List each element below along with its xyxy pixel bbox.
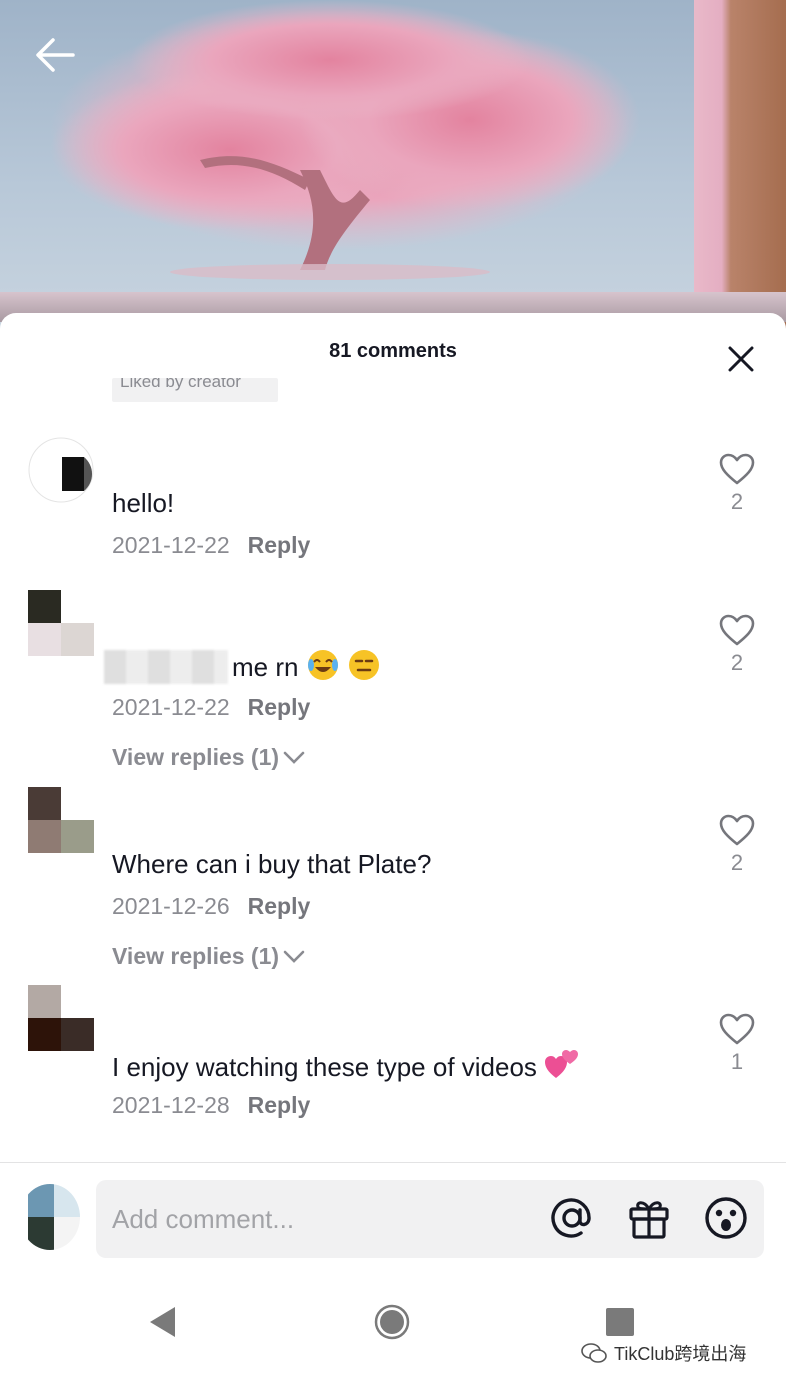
reply-button[interactable]: Reply (248, 1092, 311, 1118)
liked-by-creator-badge: Liked by creator (112, 378, 278, 402)
back-arrow-icon (36, 38, 75, 72)
watermark: TikClub跨境出海 (580, 1340, 746, 1366)
comment-date: 2021-12-28 (112, 1092, 230, 1118)
comment-text: hello! (112, 488, 175, 518)
nav-back-button[interactable] (140, 1300, 184, 1344)
video-background[interactable] (0, 0, 786, 340)
comment-meta: 2021-12-22 Reply (112, 532, 310, 559)
comment-text-value: me rn (232, 652, 299, 682)
comment-text: I enjoy watching these type of videos (112, 1048, 580, 1083)
view-replies-button[interactable]: View replies (1) (112, 744, 305, 771)
gift-icon (629, 1201, 669, 1239)
nav-home-button[interactable] (370, 1300, 414, 1344)
chevron-down-icon (283, 950, 305, 963)
comment-meta: 2021-12-22 Reply (112, 694, 310, 721)
reply-button[interactable]: Reply (248, 893, 311, 919)
comment-meta: 2021-12-28 Reply (112, 1092, 310, 1119)
comment-meta: 2021-12-26 Reply (112, 893, 310, 920)
close-icon (728, 346, 754, 372)
mention-button[interactable] (549, 1195, 595, 1241)
gift-button[interactable] (626, 1195, 672, 1241)
comments-title: 81 comments (329, 340, 457, 362)
like-count: 2 (730, 850, 744, 875)
comment-avatar[interactable] (28, 437, 94, 503)
like-count: 2 (730, 650, 744, 675)
watermark-text: TikClub跨境出海 (614, 1344, 747, 1364)
comment-date: 2021-12-22 (112, 532, 230, 558)
liked-by-creator-label: Liked by creator (120, 378, 241, 391)
expressionless-emoji-icon (348, 650, 379, 680)
tears-of-joy-emoji-icon (307, 650, 338, 680)
square-recents-icon (606, 1308, 634, 1336)
comment-input-placeholder: Add comment... (112, 1204, 295, 1234)
close-button[interactable] (722, 340, 760, 378)
reply-button[interactable]: Reply (248, 694, 311, 720)
like-button[interactable]: 2 (712, 453, 762, 515)
back-button[interactable] (32, 34, 78, 76)
two-hearts-emoji-icon (545, 1050, 579, 1078)
circle-home-icon (374, 1304, 410, 1340)
background-wall (694, 0, 786, 340)
comment-avatar[interactable] (28, 787, 94, 853)
like-button[interactable]: 2 (712, 814, 762, 876)
input-divider (0, 1162, 786, 1163)
like-count: 1 (730, 1049, 744, 1074)
view-replies-label: View replies (1) (112, 744, 280, 770)
heart-icon (719, 814, 755, 846)
wechat-icon (581, 1343, 607, 1363)
reply-button[interactable]: Reply (248, 532, 311, 558)
view-replies-button[interactable]: View replies (1) (112, 943, 305, 970)
user-avatar[interactable] (20, 1184, 80, 1250)
blurred-mention (104, 650, 228, 684)
at-sign-icon (551, 1198, 591, 1238)
chevron-down-icon (283, 751, 305, 764)
like-count: 2 (730, 489, 744, 514)
nav-recents-button[interactable] (598, 1300, 642, 1344)
cherry-tree-image (50, 0, 640, 280)
surprised-face-icon (705, 1197, 747, 1239)
view-replies-label: View replies (1) (112, 943, 280, 969)
heart-icon (719, 614, 755, 646)
comment-text-value: I enjoy watching these type of videos (112, 1052, 537, 1082)
comment-date: 2021-12-26 (112, 893, 230, 919)
triangle-back-icon (150, 1307, 175, 1337)
comment-date: 2021-12-22 (112, 694, 230, 720)
heart-icon (719, 453, 755, 485)
comment-text: me rn (104, 648, 381, 684)
emoji-button[interactable] (703, 1195, 749, 1241)
heart-icon (719, 1013, 755, 1045)
like-button[interactable]: 1 (712, 1013, 762, 1075)
comment-text: Where can i buy that Plate? (112, 849, 432, 879)
comment-avatar[interactable] (28, 985, 94, 1051)
like-button[interactable]: 2 (712, 614, 762, 676)
comment-avatar[interactable] (28, 590, 94, 656)
